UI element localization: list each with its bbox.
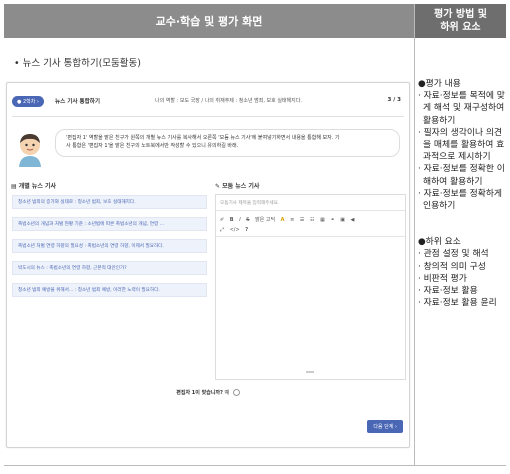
worksheet-table: 교수·학습 및 평가 화면 평가 방법 및 하위 요소 • 뉴스 기사 통합하기… bbox=[0, 0, 510, 474]
bold-button[interactable]: B bbox=[230, 217, 234, 223]
editor-confirm-label: 편집자 1이 맞습니까? bbox=[176, 390, 223, 396]
side-header-line-1: 평가 방법 및 bbox=[434, 9, 487, 20]
news-item-1[interactable]: 청소년 범죄의 증가와 실태로 : 청소년 범죄, 보호 실태해지다. bbox=[12, 195, 207, 209]
news-item-4[interactable]: 박도시의 뉴스 : 촉법소년의 연령 하향, 근본적 대안인가? bbox=[12, 261, 207, 275]
screenshot-panel: ● 2학차 › 뉴스 기사 통합하기 나의 역할 : 보도 국장 / 나의 취재… bbox=[6, 82, 410, 448]
pen-icon[interactable]: ✐ bbox=[220, 217, 224, 223]
group-article-editor: 모둠기사 제목을 입력해주세요. ✐ B I S 맑은 고딕 A ≡ ☰ ☷ ▦… bbox=[215, 194, 406, 380]
eval-item-4: · 자료·정보를 정확하게 인용하기 bbox=[418, 188, 503, 212]
toolbar-row-1: ✐ B I S 맑은 고딕 A ≡ ☰ ☷ ▦ ⚭ ▣ ◀ bbox=[220, 215, 401, 225]
role-info: 나의 역할 : 보도 국장 / 나의 취재주제 : 청소년 범죄, 보호 실태해… bbox=[155, 98, 302, 104]
sub-element-heading: ●하위 요소 bbox=[418, 237, 461, 248]
yes-option-label: 예 bbox=[224, 390, 230, 396]
eval-content-heading: ●평가 내용 bbox=[418, 79, 461, 89]
activity-lead-text: • 뉴스 기사 통합하기(모둠활동) bbox=[14, 58, 141, 69]
font-select[interactable]: 맑은 고딕 bbox=[255, 217, 275, 223]
sub-item-5: · 자료·정보 활용 윤리 bbox=[418, 298, 497, 309]
video-icon[interactable]: ◀ bbox=[351, 217, 355, 223]
text-color-button[interactable]: A bbox=[281, 217, 285, 223]
fullscreen-icon[interactable]: ⤢ bbox=[220, 227, 224, 233]
panel-topbar: ● 2학차 › 뉴스 기사 통합하기 나의 역할 : 보도 국장 / 나의 취재… bbox=[7, 93, 409, 117]
sub-item-1: · 관점 설정 및 해석 bbox=[418, 249, 489, 260]
ordered-list-icon[interactable]: ☷ bbox=[310, 217, 314, 223]
main-column-header: 교수·학습 및 평가 화면 bbox=[4, 4, 414, 38]
instruction-bubble: '편집자 1' 역할을 맡은 친구가 원쪽의 개별 뉴스 기사를 복사해서 오른… bbox=[55, 129, 400, 157]
eval-item-1: · 자료·정보를 목적에 맞게 해석 및 재구성하여 활용하기 bbox=[418, 91, 505, 126]
editor-resize-handle[interactable] bbox=[306, 371, 314, 373]
toolbar-row-2: ⤢ </> ? bbox=[220, 225, 401, 235]
instruction-line-1: '편집자 1' 역할을 맡은 친구가 원쪽의 개별 뉴스 기사를 복사해서 오른… bbox=[66, 135, 340, 141]
column-divider bbox=[414, 4, 415, 466]
page-indicator: 3 / 3 bbox=[387, 97, 402, 103]
activity-title: 뉴스 기사 통합하기 bbox=[55, 99, 101, 105]
side-header-line-2: 하위 요소 bbox=[440, 22, 481, 33]
help-icon[interactable]: ? bbox=[245, 227, 248, 233]
group-news-heading: ✎ 모둠 뉴스 기사 bbox=[215, 183, 260, 190]
code-view-icon[interactable]: </> bbox=[230, 227, 240, 233]
teacher-avatar-icon bbox=[19, 134, 41, 167]
session-badge[interactable]: ● 2학차 › bbox=[12, 96, 44, 107]
table-icon[interactable]: ▦ bbox=[320, 217, 325, 223]
eval-item-3: · 자료·정보를 정확한 이해하여 활용하기 bbox=[418, 164, 505, 187]
italic-button[interactable]: I bbox=[239, 217, 240, 223]
sub-item-2: · 창의적 의미 구성 bbox=[418, 261, 486, 272]
instruction-line-2: 사 통합은 '편집자 1'을 맡은 친구의 노트북에서만 작성할 수 있으니 유… bbox=[66, 143, 239, 149]
eval-item-2: · 필자의 생각이나 의견을 매체를 활용하여 효과적으로 제시하기 bbox=[418, 127, 505, 163]
editor-confirm-row: 편집자 1이 맞습니까? 예 bbox=[7, 389, 409, 396]
yes-radio[interactable] bbox=[232, 389, 240, 396]
next-step-button[interactable]: 다음 단계 › bbox=[367, 420, 403, 433]
article-title-input[interactable]: 모둠기사 제목을 입력해주세요. bbox=[216, 195, 405, 211]
bottom-border bbox=[4, 465, 506, 466]
evaluation-column: ●평가 내용 · 자료·정보를 목적에 맞게 해석 및 재구성하여 활용하기 ·… bbox=[418, 78, 506, 309]
link-icon[interactable]: ⚭ bbox=[330, 217, 334, 223]
sub-item-3: · 비판적 평가 bbox=[418, 273, 467, 284]
align-icon[interactable]: ≡ bbox=[290, 217, 294, 223]
news-item-2[interactable]: 촉법소년의 개념과 처벌 현황 기준 : 소년법에 따른 촉법소년의 개념, 연… bbox=[12, 217, 207, 231]
side-column-header: 평가 방법 및 하위 요소 bbox=[415, 4, 506, 38]
strike-button[interactable]: S bbox=[246, 217, 249, 223]
individual-news-heading: ▤ 개별 뉴스 기사 bbox=[11, 183, 57, 190]
news-item-5[interactable]: 청소년 범죄 예방을 위해서... : 청소년 범죄 예방, 이러한 노력이 필… bbox=[12, 283, 207, 297]
sub-item-4: · 자료·정보 활용 bbox=[418, 286, 478, 297]
list-icon[interactable]: ☰ bbox=[300, 217, 304, 223]
editor-toolbar: ✐ B I S 맑은 고딕 A ≡ ☰ ☷ ▦ ⚭ ▣ ◀ ⤢ </> ? bbox=[216, 211, 405, 237]
topbar-divider bbox=[12, 116, 404, 117]
image-icon[interactable]: ▣ bbox=[340, 217, 345, 223]
news-item-3[interactable]: 촉법소년 처벌 연령 하향의 필요성 : 촉법소년의 연령 하향, 이제서 필요… bbox=[12, 239, 207, 253]
